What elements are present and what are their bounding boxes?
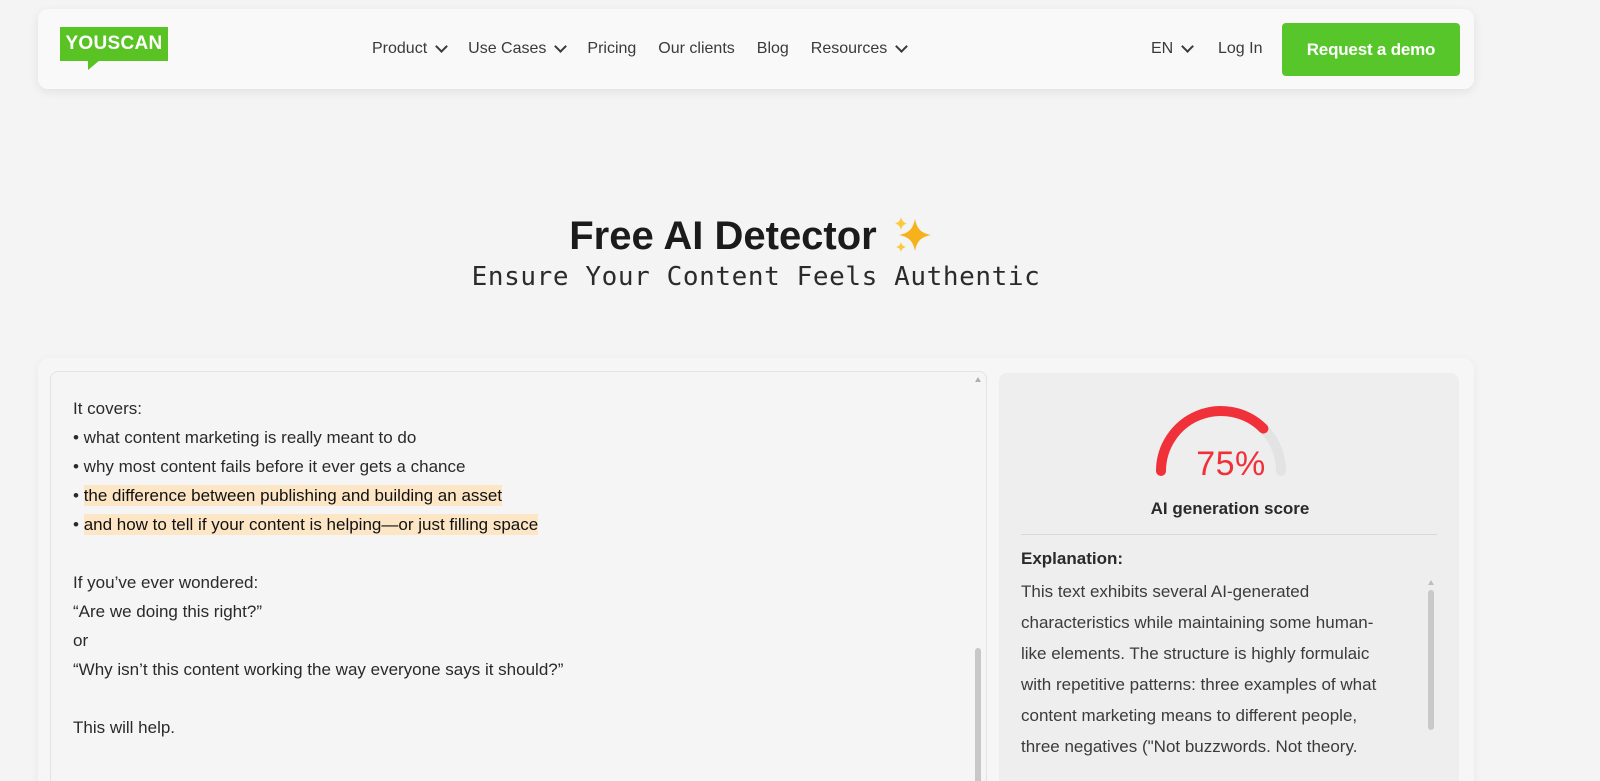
chevron-down-icon: [435, 40, 449, 53]
text-line: It covers:: [73, 399, 142, 418]
language-label: EN: [1151, 40, 1174, 57]
score-label: AI generation score: [1150, 499, 1310, 518]
score-value: 75%: [1196, 445, 1266, 483]
text-line: • the difference between publishing and …: [73, 481, 953, 510]
nav-item-label: Product: [372, 40, 428, 57]
page-title-text: Free AI Detector: [569, 214, 877, 258]
scrollbar-thumb[interactable]: [975, 648, 981, 781]
text-line: This will help.: [73, 718, 176, 737]
explanation-line: with repetitive patterns: three examples…: [1021, 675, 1377, 694]
text-line: [73, 539, 953, 568]
logo-speech-tail: [88, 60, 100, 70]
text-line: If you’ve ever wondered:: [73, 573, 259, 592]
detector-panel: It covers: • what content marketing is re…: [38, 358, 1474, 781]
bullet: •: [73, 486, 84, 505]
explanation-text: This text exhibits several AI-generated c…: [1021, 576, 1429, 762]
request-demo-button[interactable]: Request a demo: [1282, 23, 1460, 76]
text-line: • why most content fails before it ever …: [73, 457, 466, 476]
text-line: “Why isn’t this content working the way …: [73, 660, 564, 679]
nav-item-our-clients[interactable]: Our clients: [658, 40, 734, 58]
language-selector[interactable]: EN: [1151, 9, 1195, 89]
scroll-up-arrow-icon[interactable]: [975, 377, 981, 382]
sparkles-icon: [894, 216, 931, 252]
main-nav: Product Use Cases Pricing Our clients Blog Re…: [372, 9, 909, 89]
nav-item-use-cases[interactable]: Use Cases: [468, 40, 568, 58]
chevron-down-icon: [895, 40, 909, 53]
explanation-line: characteristics while maintaining some h…: [1021, 613, 1374, 632]
result-divider: [1021, 534, 1437, 535]
nav-item-label: Resources: [810, 40, 888, 57]
nav-item-label: Use Cases: [468, 40, 547, 57]
nav-item-pricing[interactable]: Pricing: [587, 40, 636, 58]
nav-item-resources[interactable]: Resources: [810, 40, 909, 58]
text-input-area[interactable]: It covers: • what content marketing is re…: [50, 371, 987, 781]
text-line: • what content marketing is really meant…: [73, 428, 417, 447]
nav-item-label: Blog: [756, 40, 789, 57]
result-panel: 75% AI generation score Explanation: Thi…: [999, 373, 1459, 781]
text-line: “Are we doing this right?”: [73, 602, 262, 621]
nav-item-blog[interactable]: Blog: [757, 40, 789, 58]
explanation-line: three negatives ("Not buzzwords. Not the…: [1021, 737, 1358, 756]
chevron-down-icon: [554, 40, 568, 53]
page-subtitle: Ensure Your Content Feels Authentic: [471, 262, 1041, 292]
input-text-content: It covers: • what content marketing is re…: [73, 394, 953, 742]
top-navbar: YOUSCAN Product Use Cases Pricing Our clien…: [38, 9, 1474, 89]
page-title: Free AI Detector: [0, 214, 1504, 259]
explanation-scroll-up-icon[interactable]: [1428, 580, 1434, 585]
login-link[interactable]: Log In: [1218, 9, 1262, 89]
logo-text: YOUSCAN: [60, 27, 168, 61]
ai-highlighted-text: and how to tell if your content is helpi…: [83, 514, 539, 535]
ai-highlighted-text: the difference between publishing and bu…: [83, 485, 503, 506]
bullet: •: [73, 515, 84, 534]
explanation-line: like elements. The structure is highly f…: [1021, 644, 1370, 663]
text-line: • and how to tell if your content is hel…: [73, 510, 953, 539]
text-scrollbar[interactable]: [973, 372, 983, 781]
explanation-line: content marketing means to different peo…: [1021, 706, 1358, 725]
nav-item-product[interactable]: Product: [372, 40, 449, 58]
chevron-down-icon: [1181, 40, 1195, 53]
explanation-title: Explanation:: [1021, 549, 1124, 568]
explanation-scrollbar-thumb[interactable]: [1428, 590, 1434, 730]
nav-item-label: Pricing: [587, 40, 637, 57]
youscan-logo[interactable]: YOUSCAN: [60, 27, 168, 71]
text-line: [73, 684, 953, 713]
nav-item-label: Our clients: [658, 40, 735, 57]
text-line: or: [73, 631, 89, 650]
explanation-line: This text exhibits several AI-generated: [1021, 582, 1310, 601]
